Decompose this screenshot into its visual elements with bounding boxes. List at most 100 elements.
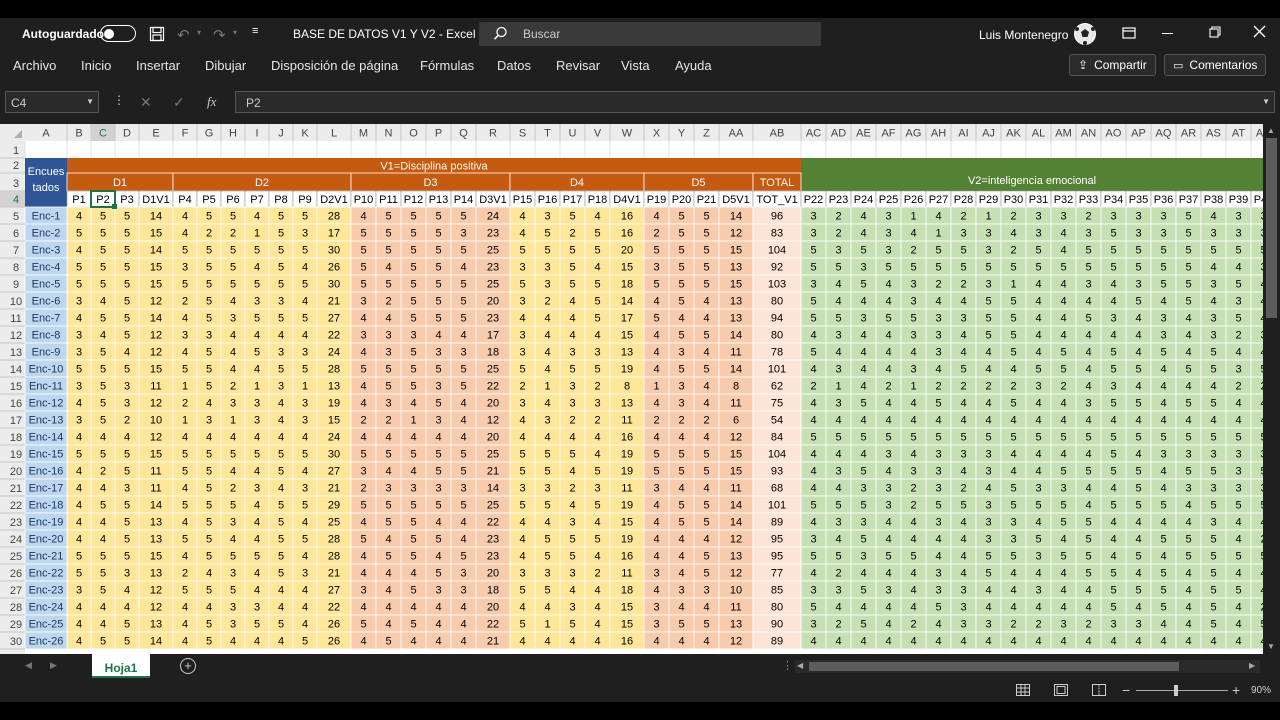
cell-value: 4 xyxy=(860,228,866,240)
cell-value: 18 xyxy=(487,347,499,359)
cell-value: 2 xyxy=(230,228,236,240)
cell-value: 3 xyxy=(1210,517,1216,529)
vertical-scroll-thumb[interactable] xyxy=(1266,138,1277,318)
cell-value: 5 xyxy=(124,330,130,342)
fill-handle[interactable] xyxy=(112,204,117,209)
page-break-icon[interactable] xyxy=(1092,684,1106,699)
save-icon[interactable] xyxy=(149,26,165,45)
cancel-formula-icon[interactable]: ✕ xyxy=(140,94,152,111)
cell-value: 4 xyxy=(810,330,816,342)
zoom-slider[interactable] xyxy=(1136,685,1228,696)
cell-value: 3 xyxy=(360,585,366,597)
tab-archivo[interactable]: Archivo xyxy=(13,58,56,73)
avatar[interactable] xyxy=(1074,23,1096,45)
cell-value: 3 xyxy=(910,364,916,376)
cell-value: 77 xyxy=(771,568,783,580)
autosave-toggle[interactable] xyxy=(100,25,136,42)
cell-value: 5 xyxy=(1135,364,1141,376)
cell-value: 5 xyxy=(1085,466,1091,478)
tab-splitter-icon[interactable]: ⋮ xyxy=(782,659,793,672)
header-p32: P32 xyxy=(1054,194,1074,206)
cell-value: 3 xyxy=(985,466,991,478)
insert-function-icon[interactable]: fx xyxy=(207,94,216,110)
cell-value: 4 xyxy=(385,262,391,274)
share-button[interactable]: ⇪ Compartir xyxy=(1069,54,1156,76)
encuestados-label-line2: tados xyxy=(33,182,60,194)
ribbon-display-options-icon[interactable] xyxy=(1122,26,1136,43)
page-layout-icon[interactable] xyxy=(1054,684,1068,699)
cell-value: 4 xyxy=(544,330,550,342)
horizontal-scroll-thumb[interactable] xyxy=(809,662,1179,671)
cell-value: 3 xyxy=(985,279,991,291)
formula-bar-options-icon[interactable]: ⋮ xyxy=(113,93,125,107)
cell-value: 5 xyxy=(124,228,130,240)
name-box[interactable]: C4 ▼ xyxy=(5,91,99,113)
tab-revisar[interactable]: Revisar xyxy=(556,58,600,73)
cell-value: 4 xyxy=(76,483,82,495)
tab-vista[interactable]: Vista xyxy=(621,58,650,73)
sheet-tab-hoja1[interactable]: Hoja1 xyxy=(92,654,150,678)
next-sheet-icon[interactable]: ▶ xyxy=(50,660,57,671)
search-box[interactable]: Buscar xyxy=(479,22,821,46)
cell-value: 5 xyxy=(544,466,550,478)
v2-title: V2=inteligencia emocional xyxy=(968,175,1096,187)
cell-value: 4 xyxy=(1135,330,1141,342)
cell-value: 5 xyxy=(124,449,130,461)
cell-value: 4 xyxy=(360,568,366,580)
restore-icon[interactable] xyxy=(1209,26,1221,41)
cell-value: 2 xyxy=(885,381,891,393)
header-p14: P14 xyxy=(454,194,474,206)
minimize-icon[interactable] xyxy=(1162,33,1173,34)
cell-value: 4 xyxy=(885,517,891,529)
tab-insertar[interactable]: Insertar xyxy=(136,58,180,73)
cell-value: 4 xyxy=(1135,636,1141,648)
worksheet-grid[interactable]: A B C D E F G H I J K L M N O P Q R S T U V W X Y Z AA AB AC AD AE AF AG… xyxy=(0,124,1263,654)
cell-value: 5 xyxy=(435,466,441,478)
zoom-out-icon[interactable]: − xyxy=(1122,682,1130,698)
scroll-up-icon[interactable]: ▲ xyxy=(1267,126,1275,135)
expand-formula-icon[interactable]: ▼ xyxy=(1262,97,1270,106)
prev-sheet-icon[interactable]: ◀ xyxy=(25,660,32,671)
enter-formula-icon[interactable]: ✓ xyxy=(173,94,185,111)
undo-dropdown-icon[interactable]: ▾ xyxy=(197,28,201,37)
name-box-dropdown-icon[interactable]: ▼ xyxy=(86,97,94,106)
scroll-left-icon[interactable]: ◀ xyxy=(797,661,803,670)
zoom-slider-thumb[interactable] xyxy=(1174,685,1178,696)
add-sheet-icon[interactable]: + xyxy=(180,658,196,674)
cell-value: 25 xyxy=(487,449,499,461)
tab-formulas[interactable]: Fórmulas xyxy=(420,58,474,73)
zoom-level[interactable]: 90% xyxy=(1251,685,1271,696)
normal-view-icon[interactable] xyxy=(1016,684,1030,699)
formula-input[interactable]: P2 ▼ xyxy=(235,91,1275,113)
cell-value: 4 xyxy=(960,330,966,342)
cell-value: 3 xyxy=(230,517,236,529)
cell-value: 5 xyxy=(860,585,866,597)
column-header-Y: Y xyxy=(678,128,686,140)
tab-dibujar[interactable]: Dibujar xyxy=(205,58,246,73)
tab-ayuda[interactable]: Ayuda xyxy=(675,58,712,73)
cell-value: 4 xyxy=(76,534,82,546)
vertical-scrollbar[interactable]: ▲ ▼ xyxy=(1263,124,1280,654)
scroll-right-icon[interactable]: ▶ xyxy=(1249,661,1255,670)
cell-value: 3 xyxy=(860,313,866,325)
comments-button[interactable]: ▭ Comentarios xyxy=(1164,54,1267,76)
user-name[interactable]: Luis Montenegro xyxy=(979,28,1068,42)
cell-value: 5 xyxy=(703,449,709,461)
tab-datos[interactable]: Datos xyxy=(497,58,531,73)
undo-icon[interactable]: ↶ xyxy=(177,26,190,44)
zoom-in-icon[interactable]: + xyxy=(1232,682,1240,698)
customize-qat-icon[interactable]: ≡ xyxy=(252,25,258,37)
grid-canvas[interactable]: A B C D E F G H I J K L M N O P Q R S T U V W X Y Z AA AB AC AD AE AF AG… xyxy=(0,124,1263,654)
close-icon[interactable] xyxy=(1253,25,1266,41)
header-p34: P34 xyxy=(1104,194,1124,206)
scroll-down-icon[interactable]: ▼ xyxy=(1267,642,1275,651)
cell-value: 4 xyxy=(1060,568,1066,580)
cell-value: 1 xyxy=(910,381,916,393)
horizontal-scrollbar[interactable]: ◀ ▶ xyxy=(795,660,1260,673)
redo-icon[interactable]: ↷ xyxy=(213,26,226,44)
redo-dropdown-icon[interactable]: ▾ xyxy=(233,28,237,37)
cell-value: 4 xyxy=(703,602,709,614)
tab-inicio[interactable]: Inicio xyxy=(81,58,111,73)
cell-value: 4 xyxy=(569,585,575,597)
tab-disposicion[interactable]: Disposición de página xyxy=(271,58,398,73)
